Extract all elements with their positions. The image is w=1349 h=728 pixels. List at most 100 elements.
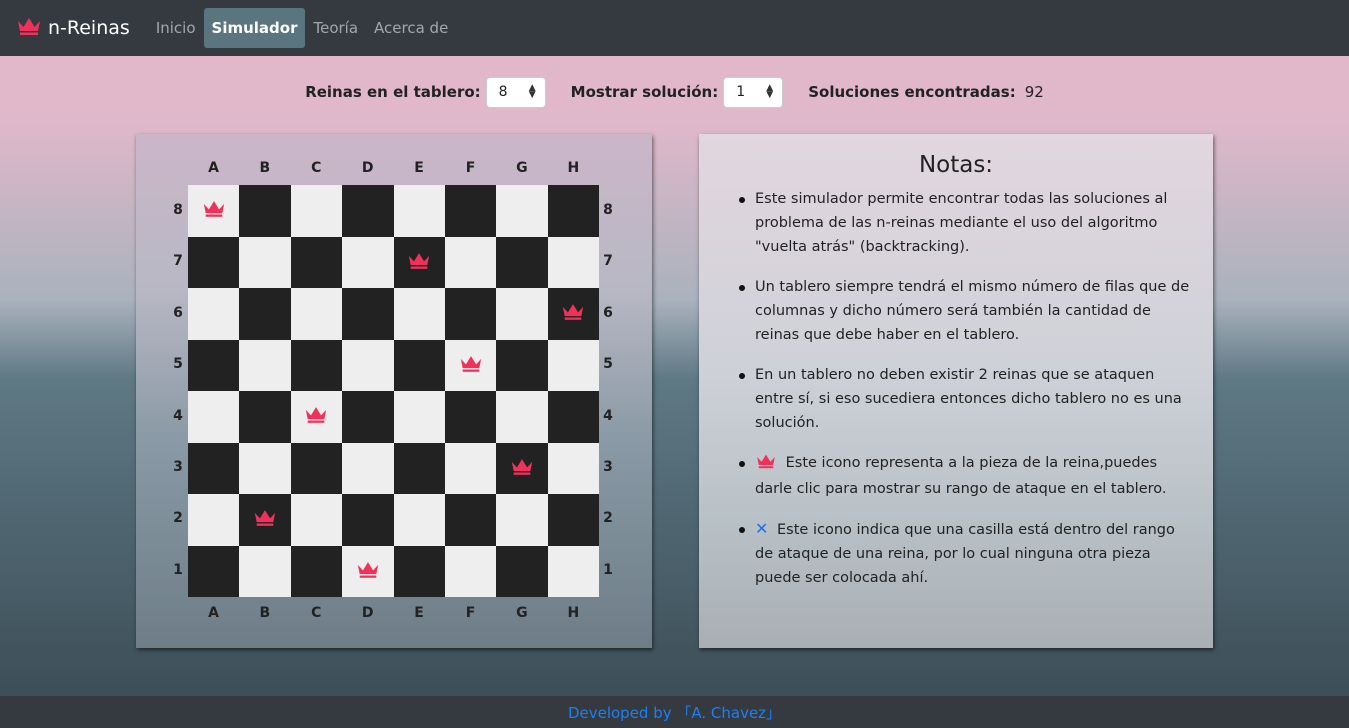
board-square[interactable] <box>239 494 291 546</box>
board-square[interactable] <box>239 185 291 237</box>
board-square[interactable] <box>342 288 394 340</box>
board-square[interactable] <box>393 545 445 597</box>
notes-panel: Notas: Este simulador permite encontrar … <box>699 134 1213 648</box>
nav-inicio[interactable]: Inicio <box>148 8 204 48</box>
nav-simulador[interactable]: Simulador <box>203 8 306 48</box>
queen-crown-icon[interactable] <box>253 508 277 531</box>
board-square[interactable] <box>547 236 599 288</box>
board-square[interactable] <box>393 236 445 288</box>
board-square[interactable] <box>547 494 599 546</box>
board-square[interactable] <box>496 236 548 288</box>
board-square[interactable] <box>342 339 394 391</box>
board-square[interactable] <box>239 288 291 340</box>
board-square[interactable] <box>393 339 445 391</box>
board-square[interactable] <box>239 236 291 288</box>
board-square[interactable] <box>290 545 343 597</box>
board-square[interactable] <box>496 391 548 443</box>
board-square[interactable] <box>239 391 291 443</box>
board-square[interactable] <box>188 236 240 288</box>
board-square[interactable] <box>393 442 445 494</box>
board-square[interactable] <box>188 442 240 494</box>
board-square[interactable] <box>239 545 291 597</box>
board-square[interactable] <box>444 545 497 597</box>
board-square[interactable] <box>342 236 394 288</box>
board-square[interactable] <box>547 391 599 443</box>
board-square[interactable] <box>496 288 548 340</box>
queen-crown-icon[interactable] <box>407 251 431 274</box>
column-label-top: A <box>208 160 219 176</box>
queens-count-select[interactable]: 8 ▲ ▼ <box>485 76 546 108</box>
board-square[interactable] <box>393 185 445 237</box>
board-square[interactable] <box>188 288 240 340</box>
board-square[interactable] <box>547 185 599 237</box>
column-label-bottom: H <box>567 605 580 621</box>
row-label-left: 2 <box>173 510 183 527</box>
board-square[interactable] <box>393 288 445 340</box>
column-label-bottom: D <box>361 605 374 621</box>
board-square[interactable] <box>444 236 497 288</box>
queen-crown-icon[interactable] <box>304 405 328 428</box>
board-square[interactable] <box>290 339 343 391</box>
board-square[interactable] <box>188 391 240 443</box>
board-square[interactable] <box>290 288 343 340</box>
board-square[interactable] <box>547 545 599 597</box>
board-square[interactable] <box>290 442 343 494</box>
board-square[interactable] <box>290 494 343 546</box>
board-square[interactable] <box>444 391 497 443</box>
row-label-left: 5 <box>173 356 183 373</box>
board-square[interactable] <box>342 442 394 494</box>
board-square[interactable] <box>496 185 548 237</box>
row-label-left: 8 <box>173 202 183 218</box>
updown-arrows-icon: ▲ ▼ <box>528 83 536 100</box>
board-square[interactable] <box>290 391 343 443</box>
nav-teoria[interactable]: Teoría <box>305 8 366 48</box>
board-square[interactable] <box>444 339 497 391</box>
queen-crown-icon[interactable] <box>202 199 226 222</box>
note-item: En un tablero no deben existir 2 reinas … <box>739 363 1194 435</box>
queen-crown-icon[interactable] <box>561 302 585 325</box>
board-square[interactable] <box>547 288 599 340</box>
row-label-right: 2 <box>603 510 613 527</box>
nav-acerca-de[interactable]: Acerca de <box>366 8 456 48</box>
brand[interactable]: n-Reinas <box>16 16 130 40</box>
note-item: Este simulador permite encontrar todas l… <box>739 187 1194 259</box>
board-square[interactable] <box>496 545 548 597</box>
board-square[interactable] <box>444 494 497 546</box>
board-square[interactable] <box>496 339 548 391</box>
column-label-bottom: C <box>311 605 322 621</box>
queen-crown-icon[interactable] <box>356 560 380 583</box>
board-square[interactable] <box>547 442 599 494</box>
board-square[interactable] <box>188 339 240 391</box>
x-mark-icon: ✕ <box>755 519 769 538</box>
board-square[interactable] <box>342 185 394 237</box>
board-square[interactable] <box>444 442 497 494</box>
board-square[interactable] <box>496 494 548 546</box>
row-label-left: 7 <box>173 253 183 270</box>
board-square[interactable] <box>393 494 445 546</box>
board-square[interactable] <box>496 442 548 494</box>
solution-select[interactable]: 1 ▲ ▼ <box>723 76 784 108</box>
board-square[interactable] <box>290 236 343 288</box>
footer-credit-link[interactable]: Developed by 「A. Chavez」 <box>568 702 781 723</box>
board-square[interactable] <box>239 442 291 494</box>
board-panel: A A B B C C D D E E F F G G H H 8 8 7 7 6 6 5 5 4 4 3 3 2 2 1 1 <box>136 134 652 648</box>
board-square[interactable] <box>290 185 343 237</box>
board-square[interactable] <box>393 391 445 443</box>
board-square[interactable] <box>188 185 240 237</box>
queen-crown-icon[interactable] <box>459 354 483 377</box>
row-label-right: 7 <box>603 253 613 270</box>
board-square[interactable] <box>547 339 599 391</box>
board-square[interactable] <box>188 494 240 546</box>
board-square[interactable] <box>188 545 240 597</box>
crown-icon <box>755 453 777 477</box>
chessboard <box>188 185 599 597</box>
board-square[interactable] <box>342 391 394 443</box>
queen-crown-icon[interactable] <box>510 457 534 480</box>
board-square[interactable] <box>444 288 497 340</box>
row-label-left: 6 <box>173 304 183 321</box>
controls-bar: Reinas en el tablero: 8 ▲ ▼ Mostrar soluc… <box>0 76 1349 108</box>
board-square[interactable] <box>342 494 394 546</box>
board-square[interactable] <box>342 545 394 597</box>
board-square[interactable] <box>239 339 291 391</box>
board-square[interactable] <box>444 185 497 237</box>
